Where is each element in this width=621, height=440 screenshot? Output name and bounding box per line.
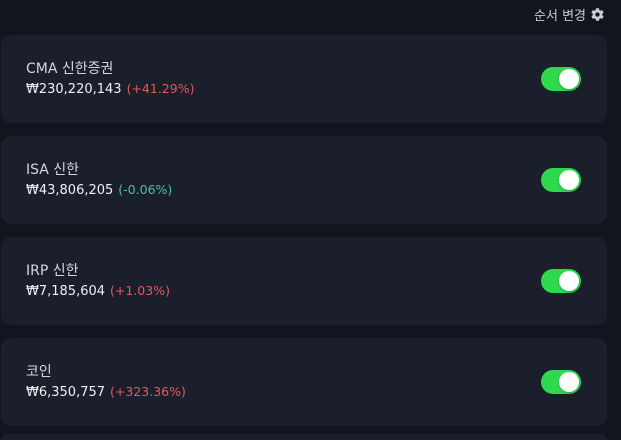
toggle-knob bbox=[559, 271, 579, 291]
account-visibility-toggle[interactable] bbox=[541, 168, 581, 192]
account-list: CMA 신한증권 ₩230,220,143 (+41.29%) ISA 신한 ₩… bbox=[1, 35, 607, 439]
account-name: IRP 신한 bbox=[26, 263, 79, 279]
toggle-knob bbox=[559, 170, 579, 190]
account-card: CMA 신한증권 ₩230,220,143 (+41.29%) bbox=[1, 35, 607, 123]
account-visibility-toggle[interactable] bbox=[541, 269, 581, 293]
reorder-button[interactable]: 순서 변경 bbox=[534, 4, 605, 24]
account-visibility-toggle[interactable] bbox=[541, 370, 581, 394]
account-change: (+323.36%) bbox=[110, 384, 186, 399]
account-name: ISA 신한 bbox=[26, 162, 80, 178]
account-visibility-toggle[interactable] bbox=[541, 67, 581, 91]
reorder-label: 순서 변경 bbox=[534, 8, 586, 24]
account-amount: ₩7,185,604 bbox=[26, 284, 106, 299]
account-amount: ₩43,806,205 bbox=[26, 183, 114, 198]
account-change: (+41.29%) bbox=[126, 81, 195, 96]
account-amount-row: ₩7,185,604 (+1.03%) bbox=[26, 283, 170, 299]
account-card: IRP 신한 ₩7,185,604 (+1.03%) bbox=[1, 237, 607, 325]
toggle-knob bbox=[559, 69, 579, 89]
account-name: 코인 bbox=[26, 364, 52, 380]
account-amount-row: ₩6,350,757 (+323.36%) bbox=[26, 384, 186, 400]
account-change: (+1.03%) bbox=[110, 283, 170, 298]
account-amount-row: ₩43,806,205 (-0.06%) bbox=[26, 182, 172, 198]
account-card: 코인 ₩6,350,757 (+323.36%) bbox=[1, 338, 607, 426]
next-card-edge bbox=[1, 434, 607, 440]
account-amount: ₩6,350,757 bbox=[26, 385, 106, 400]
account-change: (-0.06%) bbox=[118, 182, 173, 197]
gear-icon bbox=[590, 7, 605, 22]
account-amount: ₩230,220,143 bbox=[26, 82, 122, 97]
account-amount-row: ₩230,220,143 (+41.29%) bbox=[26, 81, 194, 97]
account-card: ISA 신한 ₩43,806,205 (-0.06%) bbox=[1, 136, 607, 224]
toggle-knob bbox=[559, 372, 579, 392]
account-name: CMA 신한증권 bbox=[26, 61, 114, 77]
